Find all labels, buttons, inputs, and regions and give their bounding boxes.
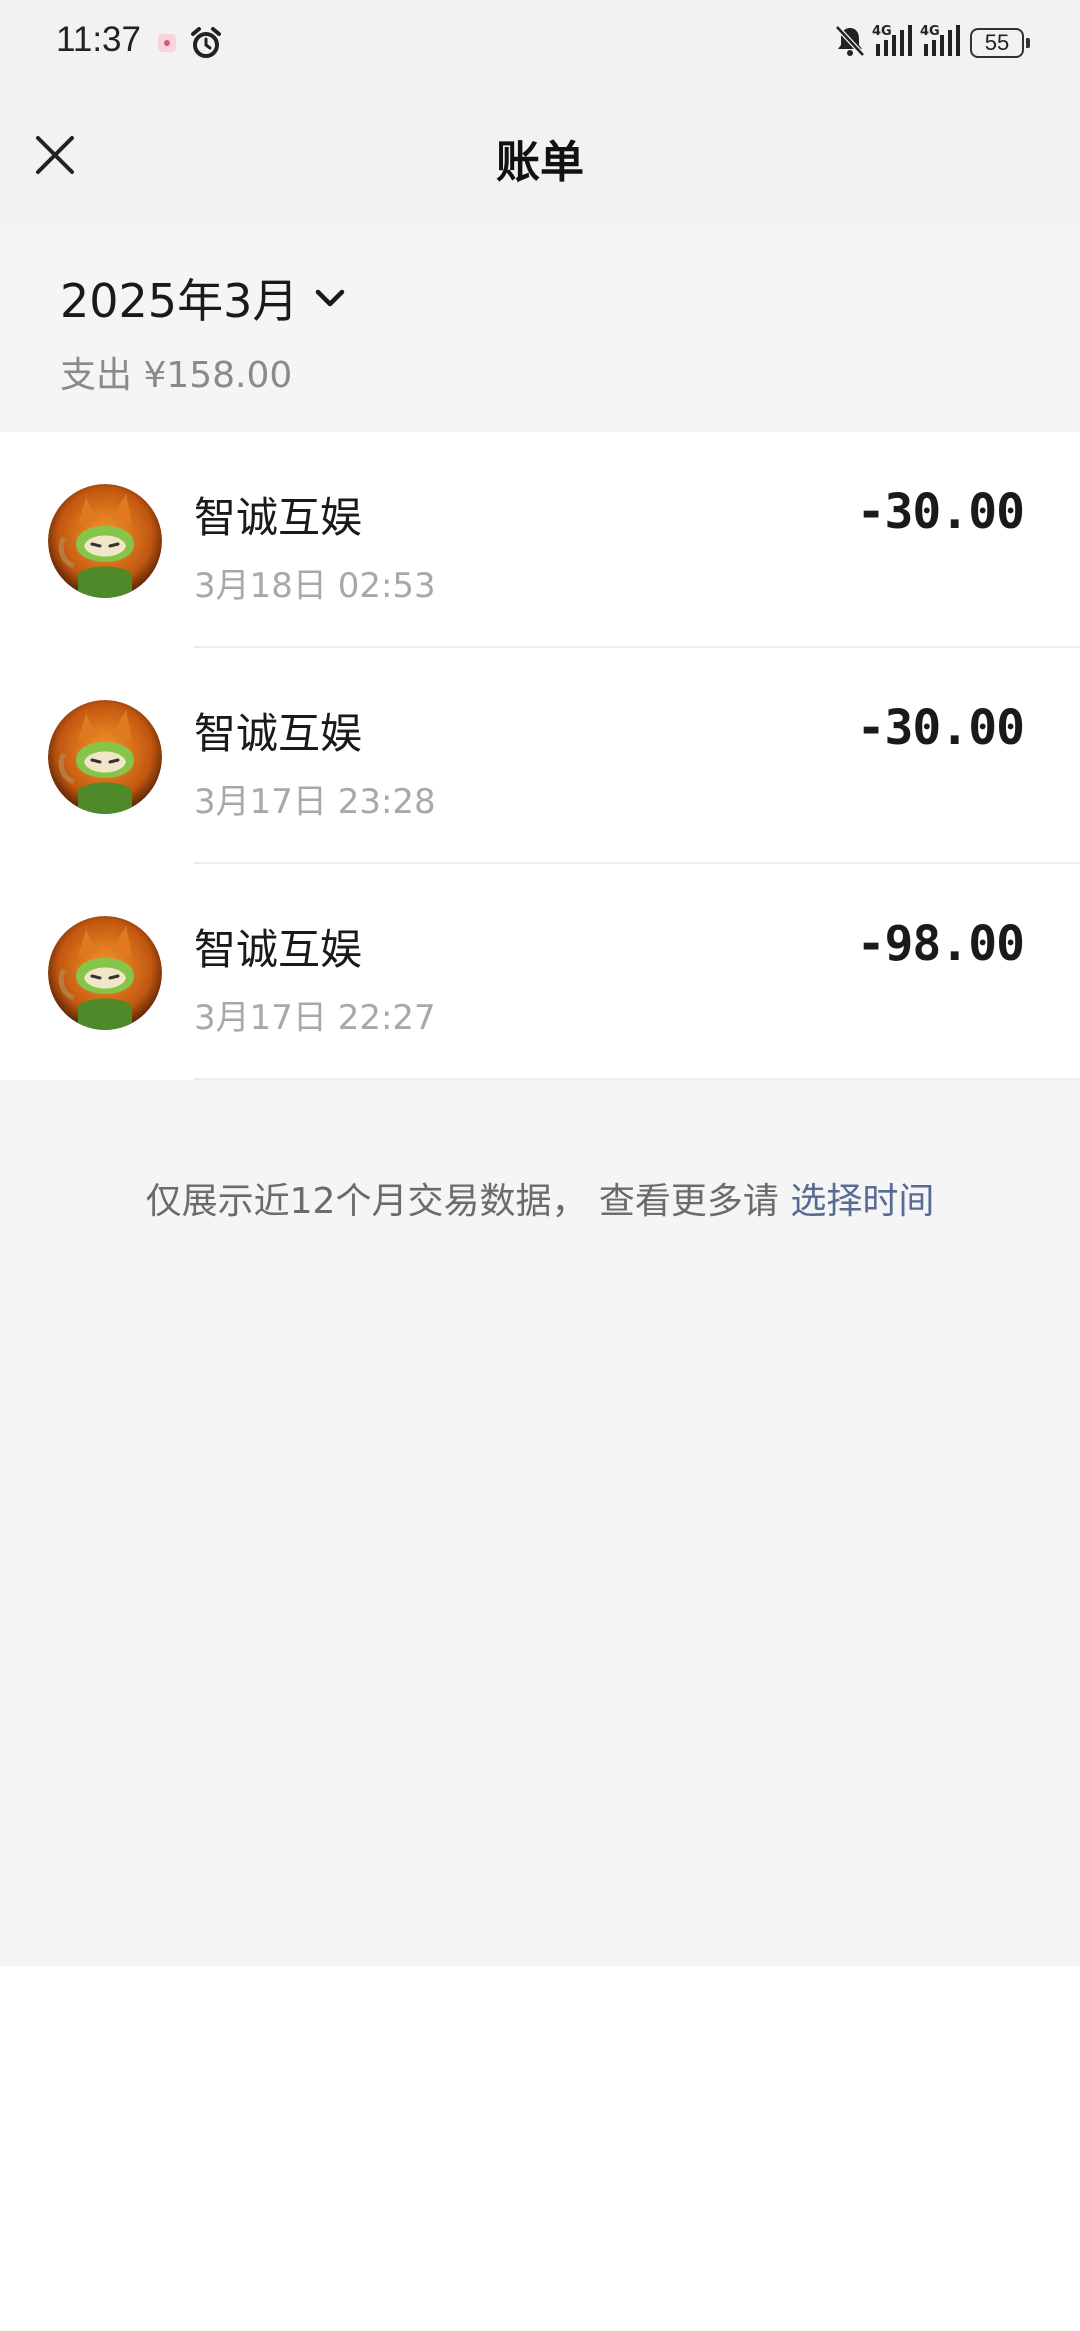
status-bar: 11:37 4G 4G 55 (0, 0, 1080, 88)
signal-4g-icon: 4G (872, 24, 912, 56)
alarm-icon (191, 27, 221, 58)
network-2-label: 4G (920, 24, 940, 39)
transaction-time: 3月18日 02:53 (194, 566, 436, 606)
month-selector[interactable]: 2025年3月 (60, 268, 346, 328)
transaction-time: 3月17日 22:27 (194, 998, 436, 1038)
footer-note-text: 仅展示近12个月交易数据， 查看更多请 (145, 1181, 791, 1222)
battery-icon: 55 (970, 28, 1030, 58)
month-label: 2025年3月 (60, 274, 299, 328)
transaction-row[interactable]: 智诚互娱 3月17日 22:27 -98.00 (0, 864, 1080, 1080)
chevron-down-icon (316, 289, 345, 307)
transaction-list: 智诚互娱 3月18日 02:53 -30.00 智诚互娱 3月17日 23:28… (0, 432, 1080, 1080)
status-time: 11:37 (56, 20, 141, 59)
network-1-label: 4G (872, 24, 892, 39)
footer-area: 仅展示近12个月交易数据， 查看更多请 选择时间 (0, 1080, 1080, 1966)
bell-off-icon (835, 25, 865, 57)
merchant-name: 智诚互娱 (194, 493, 363, 542)
transaction-amount: -30.00 (856, 484, 1025, 540)
merchant-name: 智诚互娱 (194, 925, 363, 974)
transaction-amount: -30.00 (856, 700, 1025, 756)
transaction-time: 3月17日 23:28 (194, 782, 436, 822)
footer-note: 仅展示近12个月交易数据， 查看更多请 选择时间 (0, 1172, 1080, 1224)
merchant-name: 智诚互娱 (194, 709, 363, 758)
merchant-avatar (48, 700, 162, 814)
expense-total: 支出 ¥158.00 (60, 355, 293, 396)
month-summary: 2025年3月 支出 ¥158.00 (0, 224, 1080, 432)
notification-app-icon (158, 34, 176, 52)
nav-bar: 账单 (0, 88, 1080, 224)
select-time-link[interactable]: 选择时间 (790, 1181, 934, 1222)
transaction-amount: -98.00 (856, 916, 1025, 972)
merchant-avatar (48, 916, 162, 1030)
transaction-row[interactable]: 智诚互娱 3月17日 23:28 -30.00 (0, 648, 1080, 864)
page-title: 账单 (496, 137, 584, 188)
merchant-avatar (48, 484, 162, 598)
transaction-row[interactable]: 智诚互娱 3月18日 02:53 -30.00 (0, 432, 1080, 648)
signal-4g-icon: 4G (920, 24, 960, 56)
